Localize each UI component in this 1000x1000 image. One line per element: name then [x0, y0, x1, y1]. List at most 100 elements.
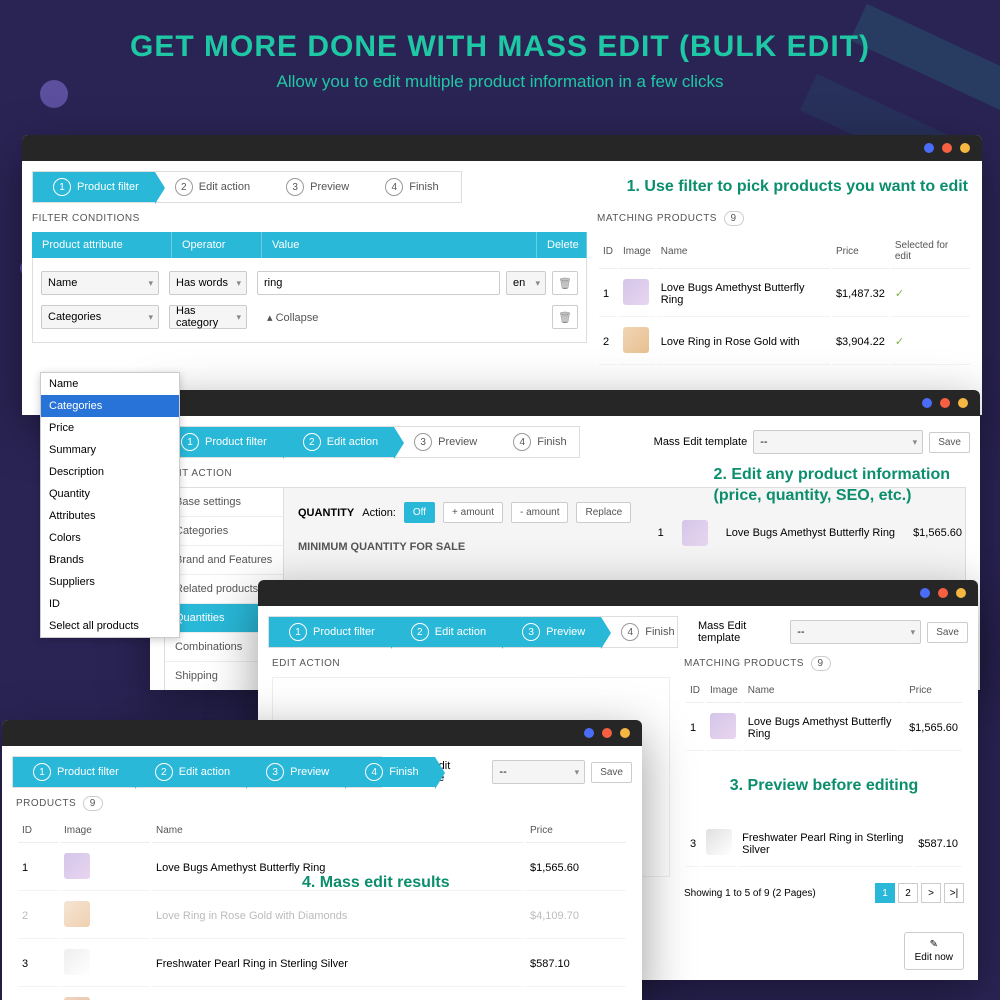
dropdown-item[interactable]: Attributes	[41, 505, 179, 527]
dropdown-item[interactable]: Select all products	[41, 615, 179, 637]
delete-icon[interactable]: 🗑	[552, 305, 578, 329]
template-label: Mass Edit template	[654, 436, 748, 448]
step-finish[interactable]: 4Finish	[365, 172, 454, 202]
template-select[interactable]: --	[790, 620, 921, 644]
table-row: 1 Love Bugs Amethyst Butterfly Ring $1,5…	[658, 520, 962, 546]
filter-thead: Product attribute Operator Value Delete	[32, 232, 587, 258]
delete-icon[interactable]: 🗑	[552, 271, 578, 295]
page-last[interactable]: >|	[944, 883, 964, 903]
match-table: IDImageNamePriceSelected for edit 1Love …	[597, 232, 972, 367]
page-1[interactable]: 1	[875, 883, 895, 903]
edit-icon: ✎	[930, 939, 938, 950]
dropdown-item[interactable]: Colors	[41, 527, 179, 549]
op-select[interactable]: Has words	[169, 271, 247, 295]
dropdown-item[interactable]: Categories	[41, 395, 179, 417]
titlebar	[150, 390, 980, 416]
product-thumb	[623, 279, 649, 305]
step-filter[interactable]: 1Product filter	[269, 617, 391, 647]
attr-select-2[interactable]: Categories	[41, 305, 159, 329]
step-edit[interactable]: 2Edit action	[135, 757, 246, 787]
product-thumb	[623, 327, 649, 353]
edit-action-title: EDIT ACTION	[272, 658, 670, 669]
titlebar	[258, 580, 978, 606]
pager: 1 2 > >|	[875, 883, 964, 903]
steps-nav: 1Product filter 2Edit action 3Preview 4F…	[32, 171, 462, 203]
callout-4: 4. Mass edit results	[302, 874, 450, 892]
value-input[interactable]	[257, 271, 500, 295]
table-row[interactable]: 4Diamond Vine Bypass Ring in 18k Rose Go…	[18, 989, 626, 1000]
callout-3: 3. Preview before editing	[684, 777, 964, 795]
qty-minus-button[interactable]: - amount	[511, 502, 568, 523]
product-thumb	[64, 853, 90, 879]
results-table: IDImageNamePrice 1Love Bugs Amethyst But…	[16, 817, 628, 1000]
product-thumb	[64, 901, 90, 927]
lang-select[interactable]: en	[506, 271, 546, 295]
page-title: GET MORE DONE WITH MASS EDIT (BULK EDIT)	[20, 30, 980, 64]
step-filter[interactable]: 1Product filter	[13, 757, 135, 787]
table-row[interactable]: 3Freshwater Pearl Ring in Sterling Silve…	[18, 941, 626, 987]
callout-1: 1. Use filter to pick products you want …	[627, 178, 982, 196]
step-finish[interactable]: 4Finish	[345, 757, 434, 787]
step-edit[interactable]: 2Edit action	[391, 617, 502, 647]
step-preview[interactable]: 3Preview	[246, 757, 345, 787]
window-results: 1Product filter 2Edit action 3Preview 4F…	[2, 720, 642, 1000]
dropdown-item[interactable]: ID	[41, 593, 179, 615]
pager-text: Showing 1 to 5 of 9 (2 Pages)	[684, 888, 816, 899]
step-filter[interactable]: 1Product filter	[33, 172, 155, 202]
sidebar-item-base[interactable]: Base settings	[165, 488, 283, 517]
page-subtitle: Allow you to edit multiple product infor…	[20, 72, 980, 92]
sidebar-item-brand[interactable]: Brand and Features	[165, 546, 283, 575]
table-row[interactable]: 3Freshwater Pearl Ring in Sterling Silve…	[686, 821, 962, 867]
page-2[interactable]: 2	[898, 883, 918, 903]
table-row[interactable]: 2Love Ring in Rose Gold with Diamonds$4,…	[18, 893, 626, 939]
filter-title: FILTER CONDITIONS	[32, 213, 587, 224]
step-preview[interactable]: 3Preview	[394, 427, 493, 457]
dropdown-item[interactable]: Suppliers	[41, 571, 179, 593]
steps-nav: 1Product filter 2Edit action 3Preview 4F…	[160, 426, 580, 458]
callout-2: 2. Edit any product information(price, q…	[714, 465, 950, 507]
check-icon: ✓	[891, 319, 970, 365]
page-next[interactable]: >	[921, 883, 941, 903]
product-thumb	[64, 949, 90, 975]
qty-replace-button[interactable]: Replace	[576, 502, 631, 523]
template-select[interactable]: --	[492, 760, 585, 784]
preview-table: IDImageNamePrice 1Love Bugs Amethyst But…	[684, 677, 964, 753]
step-preview[interactable]: 3Preview	[266, 172, 365, 202]
dropdown-item[interactable]: Quantity	[41, 483, 179, 505]
product-thumb	[682, 520, 708, 546]
step-finish[interactable]: 4Finish	[493, 427, 582, 457]
qty-label: QUANTITY	[298, 507, 354, 519]
product-thumb	[710, 713, 736, 739]
save-button[interactable]: Save	[927, 622, 968, 643]
match-title: MATCHING PRODUCTS 9	[597, 213, 972, 224]
table-row[interactable]: 2Love Ring in Rose Gold with$3,904.22✓	[599, 319, 970, 365]
dropdown-item[interactable]: Summary	[41, 439, 179, 461]
save-button[interactable]: Save	[591, 762, 632, 783]
op-select-2[interactable]: Has category	[169, 305, 247, 329]
steps-nav: 1Product filter 2Edit action 3Preview 4F…	[268, 616, 678, 648]
page-header: GET MORE DONE WITH MASS EDIT (BULK EDIT)…	[0, 0, 1000, 112]
dropdown-item[interactable]: Description	[41, 461, 179, 483]
table-row[interactable]: 1Love Bugs Amethyst Butterfly Ring$1,487…	[599, 271, 970, 317]
save-button[interactable]: Save	[929, 432, 970, 453]
step-finish[interactable]: 4Finish	[601, 617, 690, 647]
step-edit[interactable]: 2Edit action	[283, 427, 394, 457]
qty-plus-button[interactable]: + amount	[443, 502, 503, 523]
step-edit[interactable]: 2Edit action	[155, 172, 266, 202]
check-icon: ✓	[891, 271, 970, 317]
dropdown-item[interactable]: Brands	[41, 549, 179, 571]
dot-yellow	[960, 143, 970, 153]
table-row[interactable]: 1Love Bugs Amethyst Butterfly Ring$1,565…	[686, 705, 962, 751]
template-select[interactable]: --	[753, 430, 923, 454]
collapse-toggle[interactable]: ▴ Collapse	[267, 312, 318, 324]
product-thumb	[706, 829, 732, 855]
filter-row-2: Categories Has category ▴ Collapse 🗑	[41, 300, 578, 334]
sidebar-item-categories[interactable]: Categories	[165, 517, 283, 546]
dropdown-item[interactable]: Price	[41, 417, 179, 439]
attr-dropdown[interactable]: Name Categories Price Summary Descriptio…	[40, 372, 180, 638]
edit-now-button[interactable]: ✎ Edit now	[904, 932, 964, 970]
qty-off-button[interactable]: Off	[404, 502, 435, 523]
attr-select[interactable]: Name	[41, 271, 159, 295]
step-preview[interactable]: 3Preview	[502, 617, 601, 647]
dropdown-item[interactable]: Name	[41, 373, 179, 395]
